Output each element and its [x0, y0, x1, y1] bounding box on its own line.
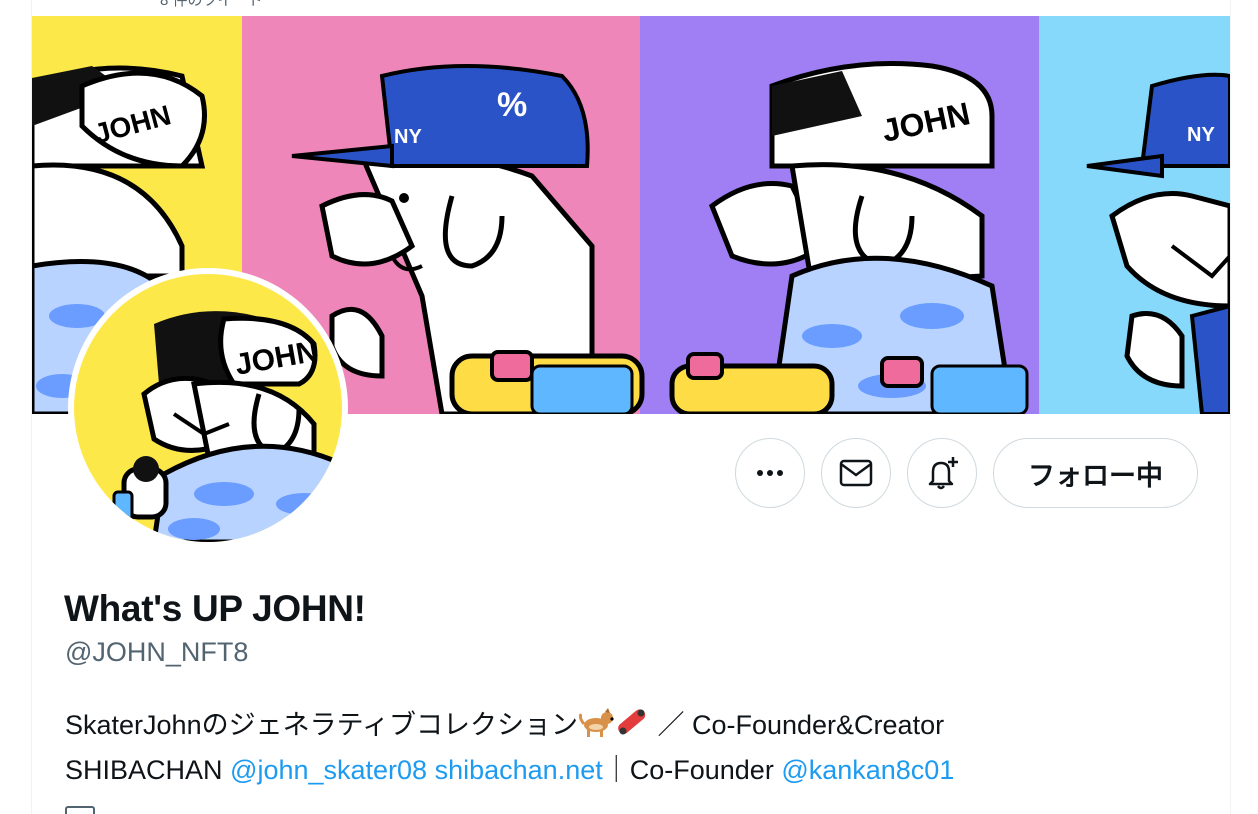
- banner-character-2: NY %: [291, 64, 645, 414]
- mention-link-kankan[interactable]: @kankan8c01: [781, 755, 954, 785]
- more-icon: [757, 470, 783, 476]
- bio-org: SHIBACHAN: [65, 755, 231, 785]
- bio-text: SkaterJohnのジェネラティブコレクション: [65, 710, 578, 740]
- notify-button[interactable]: [907, 438, 977, 508]
- svg-text:%: %: [497, 86, 527, 124]
- dog-emoji-icon: [578, 708, 614, 750]
- profile-name: What's UP JOHN!: [64, 588, 366, 629]
- svg-text:NY: NY: [394, 126, 422, 148]
- profile-handle: @JOHN_NFT8: [65, 637, 249, 667]
- mention-link-john-skater[interactable]: @john_skater08: [230, 755, 427, 785]
- bio-line-1: SkaterJohnのジェネラティブコレクション ／ Co-Founder&Cr…: [65, 705, 1215, 750]
- website-link[interactable]: shibachan.net: [435, 755, 603, 785]
- calendar-icon: [65, 806, 95, 814]
- profile-column: 8 件のツイート JOHN NY % JOHN NY JOHN フォロー中 Wh…: [31, 0, 1231, 814]
- profile-bio: SkaterJohnのジェネラティブコレクション ／ Co-Founder&Cr…: [65, 705, 1215, 791]
- top-bar: 8 件のツイート: [32, 0, 1230, 16]
- avatar-image: JOHN: [74, 274, 342, 542]
- envelope-icon: [839, 459, 873, 487]
- profile-actions: フォロー中: [735, 438, 1198, 508]
- bio-separator: ｜Co-Founder: [602, 755, 782, 785]
- avatar[interactable]: JOHN: [68, 268, 348, 548]
- banner-character-4: NY: [1086, 72, 1230, 414]
- following-button[interactable]: フォロー中: [993, 438, 1198, 508]
- bio-role: ／ Co-Founder&Creator: [649, 710, 945, 740]
- svg-text:NY: NY: [1187, 124, 1215, 146]
- skateboard-emoji-icon: [614, 706, 650, 750]
- bio-space: [427, 755, 435, 785]
- tweet-count: 8 件のツイート: [160, 0, 263, 9]
- bell-plus-icon: [928, 457, 958, 490]
- message-button[interactable]: [821, 438, 891, 508]
- bio-line-2: SHIBACHAN @john_skater08 shibachan.net｜C…: [65, 750, 1215, 791]
- banner-character-3: JOHN: [669, 61, 1029, 414]
- more-button[interactable]: [735, 438, 805, 508]
